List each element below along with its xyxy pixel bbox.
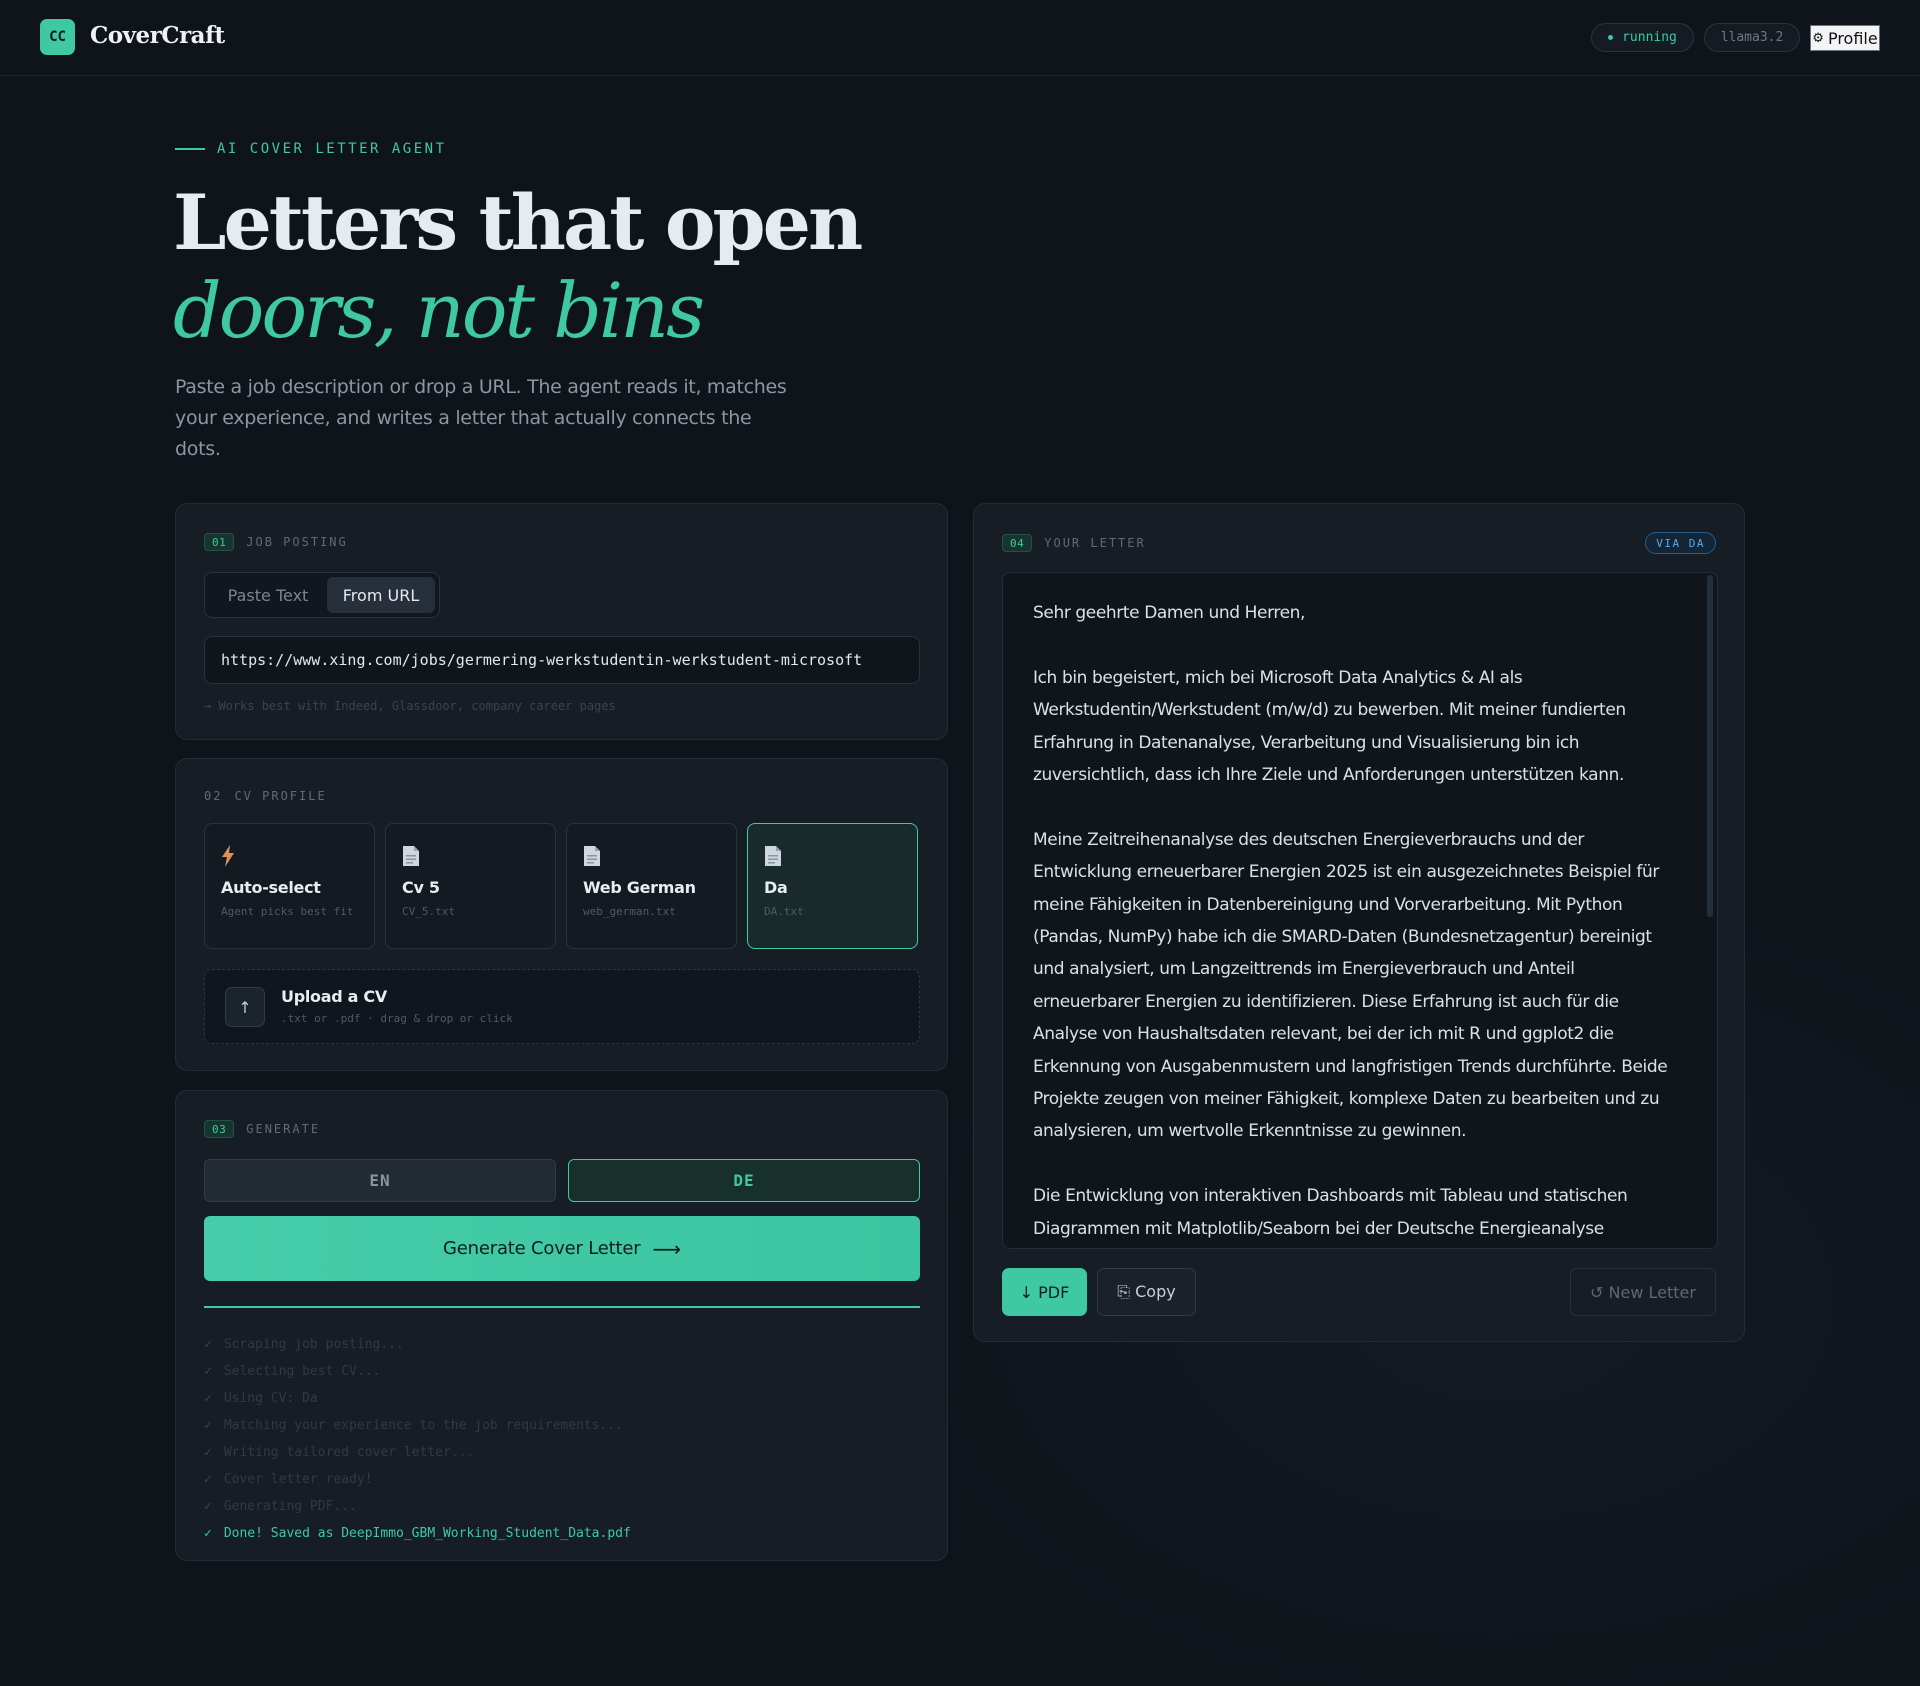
hero-subtitle: Paste a job description or drop a URL. T… bbox=[175, 376, 787, 460]
letter-panel: 04 YOUR LETTER VIA DA Sehr geehrte Damen… bbox=[973, 503, 1745, 1342]
letter-paragraph: Sehr geehrte Damen und Herren, bbox=[1033, 603, 1306, 623]
cv-card-da[interactable]: Da DA.txt bbox=[747, 823, 918, 949]
cv-card-title: Da bbox=[764, 878, 788, 897]
check-icon: ✓ bbox=[204, 1418, 212, 1433]
log-text: Matching your experience to the job requ… bbox=[223, 1418, 623, 1433]
check-icon: ✓ bbox=[204, 1364, 212, 1379]
input-mode-tabs: Paste Text From URL bbox=[204, 572, 440, 618]
check-icon: ✓ bbox=[204, 1472, 212, 1487]
document-icon bbox=[764, 844, 901, 868]
letter-heading: 04 YOUR LETTER bbox=[1002, 534, 1146, 552]
log-text: Cover letter ready! bbox=[223, 1472, 373, 1487]
section-label: GENERATE bbox=[246, 1122, 321, 1136]
new-letter-button[interactable]: ↺ New Letter bbox=[1570, 1268, 1716, 1316]
letter-text: Sehr geehrte Damen und Herren, Ich bin b… bbox=[1033, 597, 1683, 1248]
url-hint: → Works best with Indeed, Glassdoor, com… bbox=[204, 699, 616, 713]
tab-paste-text[interactable]: Paste Text bbox=[209, 577, 327, 613]
generate-heading: 03 GENERATE bbox=[204, 1120, 320, 1138]
eyebrow-text: AI COVER LETTER AGENT bbox=[217, 141, 447, 157]
log-line: ✓ Matching your experience to the job req… bbox=[204, 1412, 920, 1439]
cv-card-auto-select[interactable]: Auto-select Agent picks best fit bbox=[204, 823, 375, 949]
log-text: Scraping job posting... bbox=[223, 1337, 404, 1352]
download-pdf-button[interactable]: ↓ PDF bbox=[1002, 1268, 1087, 1316]
hero-title-line-1: Letters that open bbox=[173, 178, 863, 267]
generate-panel: 03 GENERATE EN DE Generate Cover Letter … bbox=[175, 1090, 948, 1561]
cv-profile-panel: 02 CV PROFILE Auto-select Agent picks be… bbox=[175, 758, 948, 1071]
hero-title-line-2: doors, not bins bbox=[173, 266, 705, 355]
cv-profile-heading: 02 CV PROFILE bbox=[204, 789, 327, 803]
letter-paragraph: Die Entwicklung von interaktiven Dashboa… bbox=[1033, 1186, 1628, 1239]
section-number: 01 bbox=[204, 533, 235, 551]
cv-card-subtitle: CV_5.txt bbox=[402, 905, 455, 918]
log-line: ✓ Selecting best CV... bbox=[204, 1358, 920, 1385]
tab-from-url[interactable]: From URL bbox=[327, 577, 435, 613]
source-cv-badge: VIA DA bbox=[1645, 532, 1716, 554]
section-number: 02 bbox=[204, 789, 223, 803]
log-text: Generating PDF... bbox=[223, 1499, 357, 1514]
cv-card-title: Web German bbox=[583, 878, 696, 897]
status-text: running bbox=[1622, 30, 1677, 45]
app-name: CoverCraft bbox=[90, 22, 225, 49]
hero-eyebrow: AI COVER LETTER AGENT bbox=[175, 141, 447, 157]
cv-upload-dropzone[interactable]: ↑ Upload a CV .txt or .pdf · drag & drop… bbox=[204, 969, 920, 1044]
check-icon: ✓ bbox=[204, 1337, 212, 1352]
upload-arrow-icon[interactable]: ↑ bbox=[225, 987, 265, 1027]
section-label: CV PROFILE bbox=[234, 789, 327, 803]
log-line: ✓ Cover letter ready! bbox=[204, 1466, 920, 1493]
log-line: ✓ Using CV: Da bbox=[204, 1385, 920, 1412]
upload-subtitle: .txt or .pdf · drag & drop or click bbox=[281, 1012, 513, 1025]
check-icon: ✓ bbox=[204, 1391, 212, 1406]
language-en-button[interactable]: EN bbox=[204, 1159, 556, 1202]
letter-scrollbar[interactable] bbox=[1707, 575, 1713, 917]
document-icon bbox=[583, 844, 720, 868]
progress-bar bbox=[204, 1306, 920, 1308]
logo-badge: CC bbox=[40, 19, 75, 55]
check-icon: ✓ bbox=[204, 1499, 212, 1514]
cv-card-subtitle: Agent picks best fit bbox=[221, 905, 354, 918]
section-label: JOB POSTING bbox=[246, 535, 348, 549]
generate-cover-letter-button[interactable]: Generate Cover Letter ⟶ bbox=[204, 1216, 920, 1281]
log-line: ✓ Writing tailored cover letter... bbox=[204, 1439, 920, 1466]
section-number: 04 bbox=[1002, 534, 1033, 552]
status-badge: running bbox=[1591, 23, 1694, 52]
cv-card-subtitle: web_german.txt bbox=[583, 905, 676, 918]
top-bar: CC CoverCraft running llama3.2 ⚙ Profile bbox=[0, 0, 1920, 76]
upload-title: Upload a CV bbox=[281, 987, 387, 1006]
job-url-input[interactable] bbox=[204, 636, 920, 684]
language-de-button[interactable]: DE bbox=[568, 1159, 920, 1202]
letter-content[interactable]: Sehr geehrte Damen und Herren, Ich bin b… bbox=[1002, 572, 1718, 1249]
log-text: Writing tailored cover letter... bbox=[223, 1445, 475, 1460]
profile-label: Profile bbox=[1827, 28, 1878, 48]
status-dot-icon bbox=[1608, 35, 1614, 40]
cv-card-title: Auto-select bbox=[221, 878, 321, 897]
eyebrow-line bbox=[175, 148, 205, 150]
log-line: ✓ Generating PDF... bbox=[204, 1493, 920, 1520]
generation-log: ✓ Scraping job posting... ✓ Selecting best… bbox=[204, 1331, 920, 1547]
arrow-right-icon: ⟶ bbox=[652, 1236, 681, 1261]
gear-icon: ⚙ bbox=[1812, 30, 1824, 46]
profile-button[interactable]: ⚙ Profile bbox=[1810, 25, 1880, 51]
cv-card-subtitle: DA.txt bbox=[764, 905, 804, 918]
cv-card-web-german[interactable]: Web German web_german.txt bbox=[566, 823, 737, 949]
check-icon: ✓ bbox=[204, 1445, 212, 1460]
copy-button[interactable]: ⎘ Copy bbox=[1097, 1268, 1196, 1316]
log-text: Selecting best CV... bbox=[223, 1364, 381, 1379]
log-text: Done! Saved as DeepImmo_GBM_Working_Stud… bbox=[223, 1526, 631, 1541]
letter-paragraph: Meine Zeitreihenanalyse des deutschen En… bbox=[1033, 829, 1668, 1142]
check-icon: ✓ bbox=[204, 1526, 212, 1541]
log-line-done: ✓ Done! Saved as DeepImmo_GBM_Working_Stu… bbox=[204, 1520, 920, 1547]
document-icon bbox=[402, 844, 539, 868]
job-posting-heading: 01 JOB POSTING bbox=[204, 533, 348, 551]
letter-paragraph: Ich bin begeistert, mich bei Microsoft D… bbox=[1033, 667, 1626, 786]
section-label: YOUR LETTER bbox=[1044, 536, 1146, 550]
model-badge: llama3.2 bbox=[1704, 23, 1800, 52]
section-number: 03 bbox=[204, 1120, 235, 1138]
lightning-icon bbox=[221, 844, 358, 868]
log-line: ✓ Scraping job posting... bbox=[204, 1331, 920, 1358]
log-text: Using CV: Da bbox=[223, 1391, 318, 1406]
cv-card-title: Cv 5 bbox=[402, 878, 440, 897]
generate-button-label: Generate Cover Letter bbox=[443, 1238, 641, 1259]
cv-card-cv-5[interactable]: Cv 5 CV_5.txt bbox=[385, 823, 556, 949]
job-posting-panel: 01 JOB POSTING Paste Text From URL → Wor… bbox=[175, 503, 948, 740]
